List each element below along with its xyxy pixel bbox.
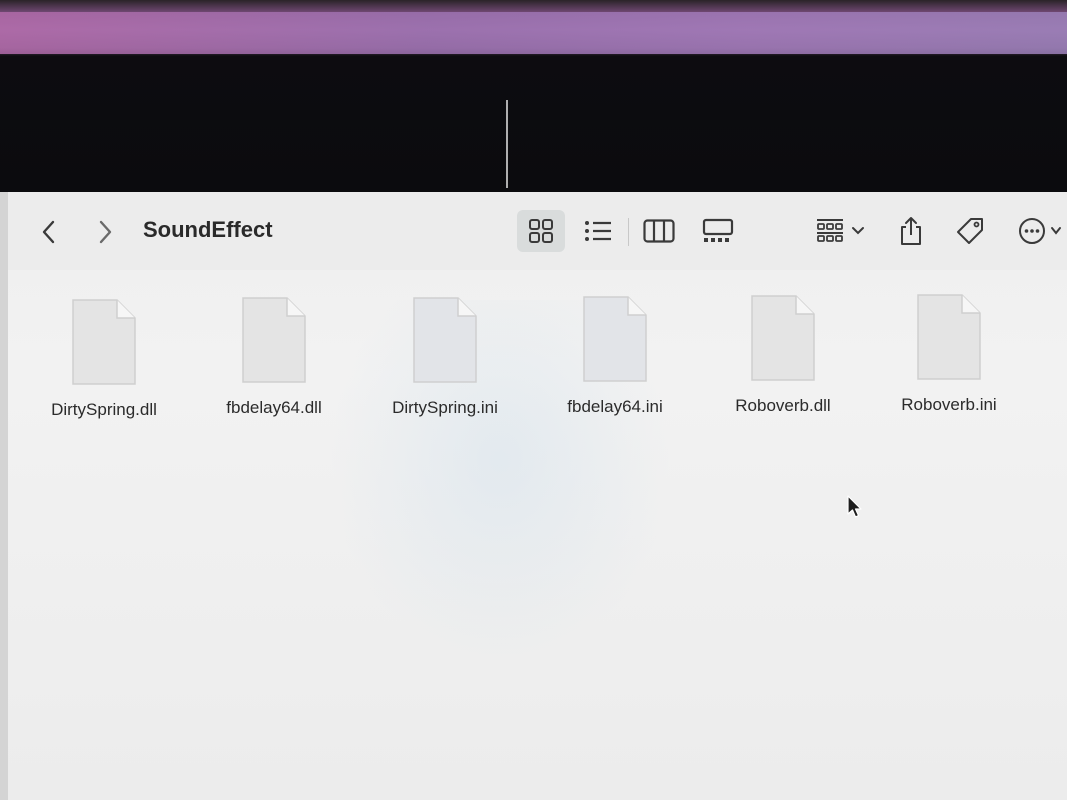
tag-icon xyxy=(957,218,983,244)
file-item[interactable]: DirtySpring.dll xyxy=(34,298,174,420)
file-item[interactable]: fbdelay64.dll xyxy=(204,296,344,418)
group-button[interactable] xyxy=(810,210,870,252)
document-icon xyxy=(582,295,648,383)
back-button[interactable] xyxy=(34,214,64,250)
mouse-pointer-icon xyxy=(846,494,864,525)
file-name: fbdelay64.ini xyxy=(567,397,663,416)
group-icon xyxy=(817,219,843,242)
file-name: fbdelay64.dll xyxy=(226,398,322,417)
chevron-down-icon xyxy=(1050,227,1061,235)
chevron-left-icon xyxy=(42,220,55,244)
file-name: DirtySpring.ini xyxy=(392,398,498,417)
gallery-icon xyxy=(702,218,734,242)
ellipsis-circle-icon xyxy=(1018,218,1045,244)
column-view-button[interactable] xyxy=(638,210,680,252)
file-item[interactable]: Roboverb.ini xyxy=(879,293,1019,415)
text-cursor-line xyxy=(506,100,508,188)
finder-window xyxy=(0,192,1067,800)
toolbar-divider xyxy=(628,218,629,246)
share-button[interactable] xyxy=(893,210,929,252)
more-actions-button[interactable] xyxy=(1012,210,1067,252)
file-item[interactable]: Roboverb.dll xyxy=(713,294,853,416)
window-title: SoundEffect xyxy=(143,217,273,242)
tag-button[interactable] xyxy=(950,210,990,252)
file-name: Roboverb.dll xyxy=(735,396,831,415)
gallery-view-button[interactable] xyxy=(697,210,739,252)
document-icon xyxy=(412,296,478,384)
document-icon xyxy=(241,296,307,384)
desktop-wallpaper xyxy=(0,12,1067,54)
file-name: Roboverb.ini xyxy=(901,395,997,414)
icon-view-button[interactable] xyxy=(517,210,565,252)
forward-button[interactable] xyxy=(90,214,120,250)
share-icon xyxy=(901,217,921,245)
document-icon xyxy=(916,293,982,381)
document-icon xyxy=(71,298,137,386)
file-item[interactable]: DirtySpring.ini xyxy=(375,296,515,418)
file-item[interactable]: fbdelay64.ini xyxy=(545,295,685,417)
document-icon xyxy=(750,294,816,382)
list-view-button[interactable] xyxy=(577,210,619,252)
window-edge xyxy=(0,192,8,800)
file-name: DirtySpring.dll xyxy=(51,400,157,419)
chevron-down-icon xyxy=(852,227,864,235)
chevron-right-icon xyxy=(99,220,112,244)
list-icon xyxy=(585,221,611,241)
columns-icon xyxy=(643,219,675,243)
grid-icon xyxy=(529,219,553,243)
